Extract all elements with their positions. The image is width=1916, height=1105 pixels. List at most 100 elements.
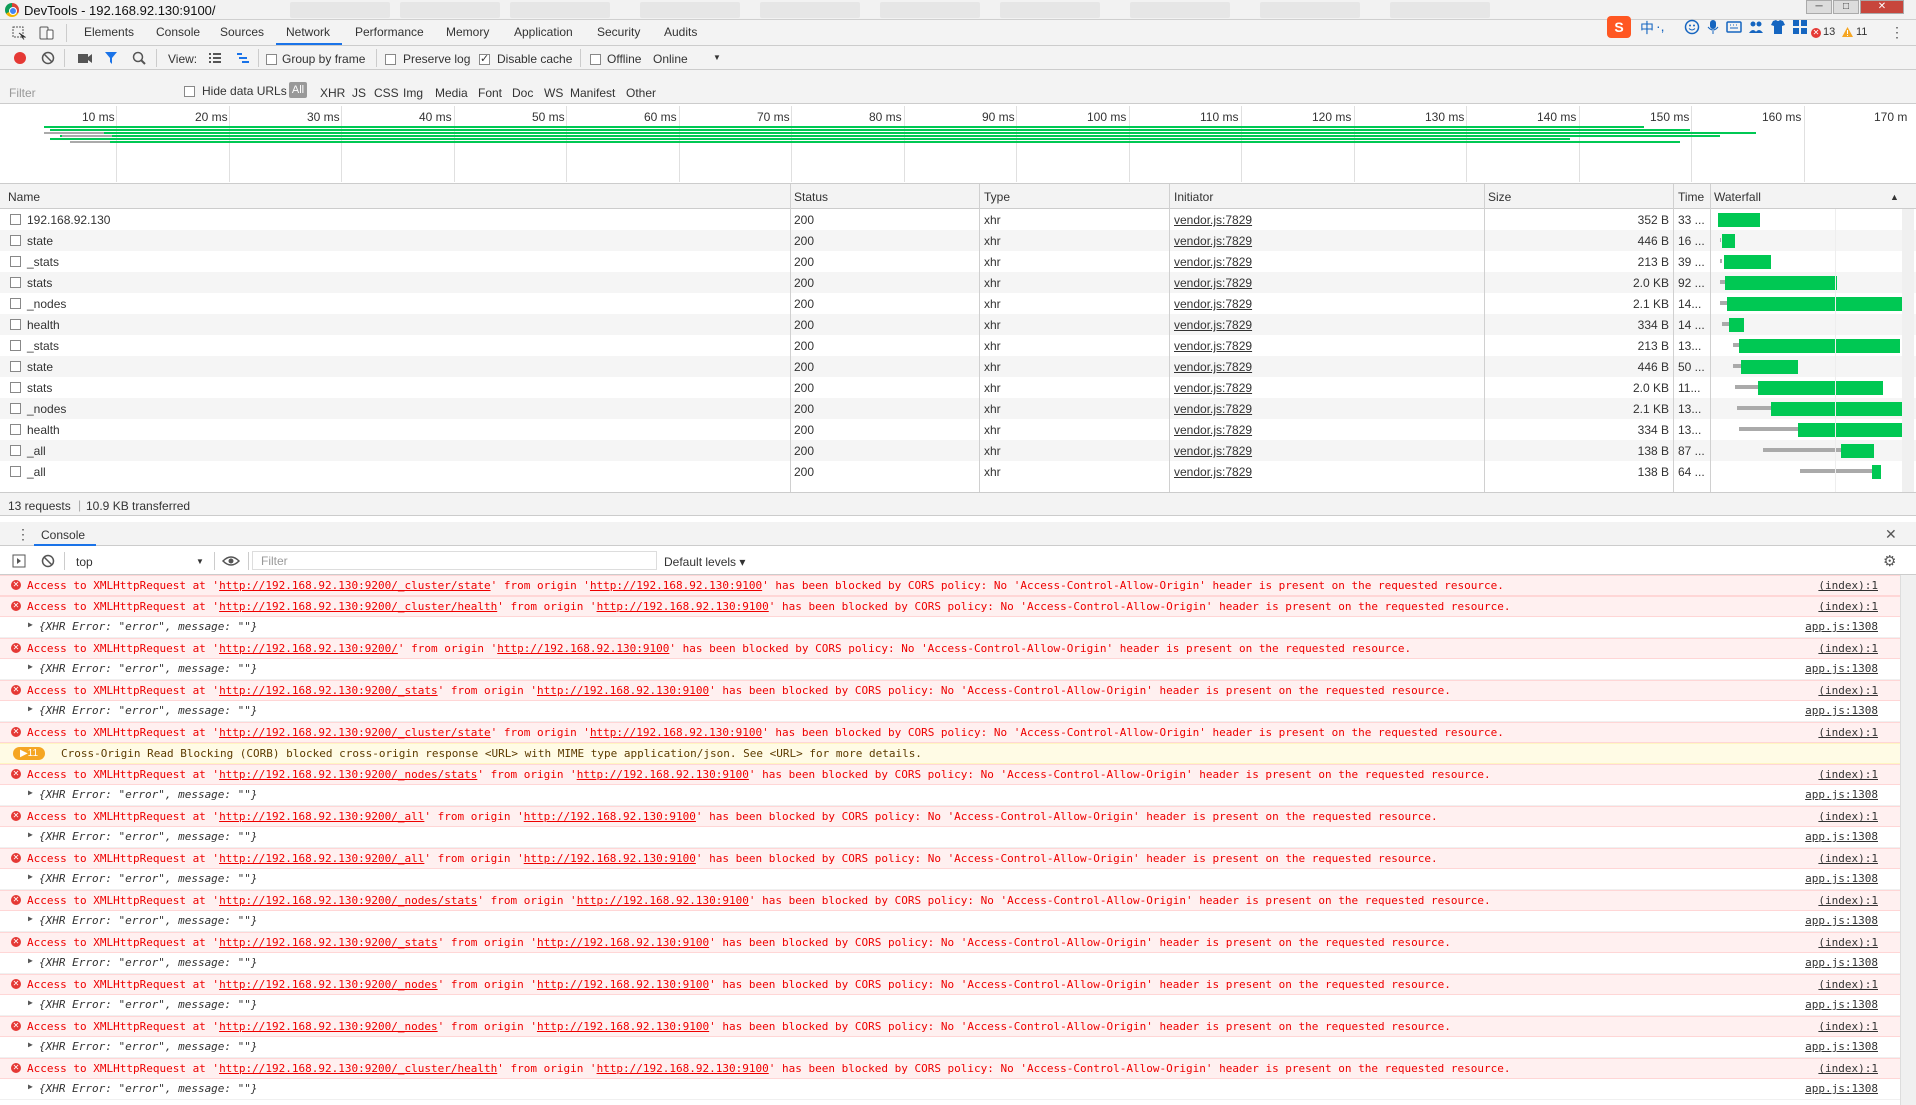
filter-icon[interactable]: [104, 51, 118, 65]
request-name[interactable]: _nodes: [27, 297, 66, 311]
request-name[interactable]: health: [27, 318, 60, 332]
request-name[interactable]: 192.168.92.130: [27, 213, 110, 227]
log-levels-select[interactable]: Default levels ▾: [664, 555, 745, 569]
request-initiator-link[interactable]: vendor.js:7829: [1174, 318, 1252, 332]
error-count[interactable]: 13: [1823, 26, 1835, 38]
background-tab[interactable]: [400, 2, 500, 18]
warning-count[interactable]: 11: [1856, 26, 1867, 38]
punctuation-mode-icon[interactable]: ·,: [1656, 18, 1665, 34]
source-location-link[interactable]: (index):1: [1818, 978, 1878, 991]
source-location-link[interactable]: (index):1: [1818, 1020, 1878, 1033]
object-preview[interactable]: {XHR Error: "error", message: ""}: [39, 1040, 258, 1053]
object-preview[interactable]: {XHR Error: "error", message: ""}: [39, 662, 258, 675]
console-filter-input[interactable]: Filter: [252, 551, 657, 570]
origin-url-link[interactable]: http://192.168.92.130:9100: [537, 936, 709, 949]
source-location-link[interactable]: app.js:1308: [1805, 830, 1878, 843]
request-name[interactable]: stats: [27, 276, 52, 290]
sort-arrow-icon[interactable]: ▲: [1890, 192, 1899, 202]
request-name[interactable]: stats: [27, 381, 52, 395]
background-tab[interactable]: [640, 2, 740, 18]
background-tab[interactable]: [1130, 2, 1230, 18]
request-initiator-link[interactable]: vendor.js:7829: [1174, 255, 1252, 269]
request-row[interactable]: state 200 xhr vendor.js:7829 446 B 16 ...: [0, 230, 1916, 251]
expand-triangle-icon[interactable]: ▶: [28, 998, 33, 1007]
show-overview-icon[interactable]: [236, 52, 250, 64]
source-location-link[interactable]: app.js:1308: [1805, 704, 1878, 717]
expand-triangle-icon[interactable]: ▶: [28, 872, 33, 881]
request-initiator-link[interactable]: vendor.js:7829: [1174, 423, 1252, 437]
background-tab[interactable]: [510, 2, 610, 18]
expand-triangle-icon[interactable]: ▶: [28, 704, 33, 713]
emoji-icon[interactable]: [1684, 19, 1700, 35]
request-row[interactable]: stats 200 xhr vendor.js:7829 2.0 KB 11...: [0, 377, 1916, 398]
console-scrollbar[interactable]: [1900, 575, 1916, 1105]
column-name-header[interactable]: Name: [8, 190, 40, 204]
error-count-icon[interactable]: ✕: [1811, 28, 1821, 38]
filter-type-css[interactable]: CSS: [374, 86, 399, 100]
object-preview[interactable]: {XHR Error: "error", message: ""}: [39, 872, 258, 885]
request-name[interactable]: _stats: [27, 255, 59, 269]
console-settings-icon[interactable]: ⚙: [1883, 552, 1896, 570]
source-location-link[interactable]: (index):1: [1818, 642, 1878, 655]
context-selector[interactable]: top: [76, 555, 93, 569]
ime-mode-indicator[interactable]: 中: [1640, 18, 1654, 38]
group-by-frame-checkbox[interactable]: [266, 52, 277, 66]
clear-console-icon[interactable]: [41, 554, 55, 568]
source-location-link[interactable]: (index):1: [1818, 936, 1878, 949]
request-name[interactable]: state: [27, 234, 53, 248]
throttling-select[interactable]: Online: [653, 52, 688, 66]
expand-triangle-icon[interactable]: ▶: [28, 788, 33, 797]
request-row[interactable]: state 200 xhr vendor.js:7829 446 B 50 ...: [0, 356, 1916, 377]
toolbox-grid-icon[interactable]: [1792, 19, 1808, 35]
request-url-link[interactable]: http://192.168.92.130:9200/_cluster/stat…: [219, 579, 491, 592]
background-tab[interactable]: [1000, 2, 1100, 18]
devtools-menu-icon[interactable]: ⋮: [1890, 24, 1904, 41]
request-url-link[interactable]: http://192.168.92.130:9200/_nodes/stats: [219, 894, 477, 907]
inspect-element-icon[interactable]: [12, 26, 26, 40]
source-location-link[interactable]: (index):1: [1818, 810, 1878, 823]
clear-icon[interactable]: [41, 51, 55, 65]
request-name[interactable]: _all: [27, 465, 46, 479]
source-location-link[interactable]: app.js:1308: [1805, 1082, 1878, 1095]
request-table-scrollbar[interactable]: [1902, 209, 1914, 492]
tab-elements[interactable]: Elements: [84, 25, 134, 39]
request-url-link[interactable]: http://192.168.92.130:9200/_cluster/heal…: [219, 600, 497, 613]
source-location-link[interactable]: app.js:1308: [1805, 998, 1878, 1011]
request-url-link[interactable]: http://192.168.92.130:9200/_cluster/heal…: [219, 1062, 497, 1075]
source-location-link[interactable]: (index):1: [1818, 852, 1878, 865]
request-initiator-link[interactable]: vendor.js:7829: [1174, 276, 1252, 290]
expand-triangle-icon[interactable]: ▶: [28, 1082, 33, 1091]
request-initiator-link[interactable]: vendor.js:7829: [1174, 381, 1252, 395]
request-initiator-link[interactable]: vendor.js:7829: [1174, 339, 1252, 353]
tab-sources[interactable]: Sources: [220, 25, 264, 39]
disable-cache-checkbox[interactable]: [479, 52, 490, 66]
request-name[interactable]: _all: [27, 444, 46, 458]
request-url-link[interactable]: http://192.168.92.130:9200/_nodes/stats: [219, 768, 477, 781]
request-name[interactable]: health: [27, 423, 60, 437]
tab-application[interactable]: Application: [514, 25, 573, 39]
filter-type-manifest[interactable]: Manifest: [570, 86, 615, 100]
tab-audits[interactable]: Audits: [664, 25, 697, 39]
source-location-link[interactable]: (index):1: [1818, 684, 1878, 697]
source-location-link[interactable]: app.js:1308: [1805, 620, 1878, 633]
request-initiator-link[interactable]: vendor.js:7829: [1174, 402, 1252, 416]
chevron-down-icon[interactable]: ▼: [713, 53, 721, 62]
filter-type-font[interactable]: Font: [478, 86, 502, 100]
request-url-link[interactable]: http://192.168.92.130:9200/_all: [219, 852, 424, 865]
close-window-button[interactable]: ✕: [1860, 0, 1904, 14]
request-initiator-link[interactable]: vendor.js:7829: [1174, 234, 1252, 248]
object-preview[interactable]: {XHR Error: "error", message: ""}: [39, 620, 258, 633]
source-location-link[interactable]: app.js:1308: [1805, 956, 1878, 969]
request-url-link[interactable]: http://192.168.92.130:9200/_all: [219, 810, 424, 823]
request-row[interactable]: _nodes 200 xhr vendor.js:7829 2.1 KB 13...: [0, 398, 1916, 419]
request-name[interactable]: state: [27, 360, 53, 374]
chevron-down-icon[interactable]: ▼: [196, 557, 204, 566]
filter-input[interactable]: Filter: [9, 86, 36, 100]
expand-triangle-icon[interactable]: ▶: [28, 830, 33, 839]
request-row[interactable]: stats 200 xhr vendor.js:7829 2.0 KB 92 ...: [0, 272, 1916, 293]
column-type-header[interactable]: Type: [984, 190, 1010, 204]
expand-triangle-icon[interactable]: ▶: [28, 620, 33, 629]
microphone-icon[interactable]: [1706, 19, 1720, 35]
column-size-header[interactable]: Size: [1488, 190, 1511, 204]
request-row[interactable]: _all 200 xhr vendor.js:7829 138 B 87 ...: [0, 440, 1916, 461]
